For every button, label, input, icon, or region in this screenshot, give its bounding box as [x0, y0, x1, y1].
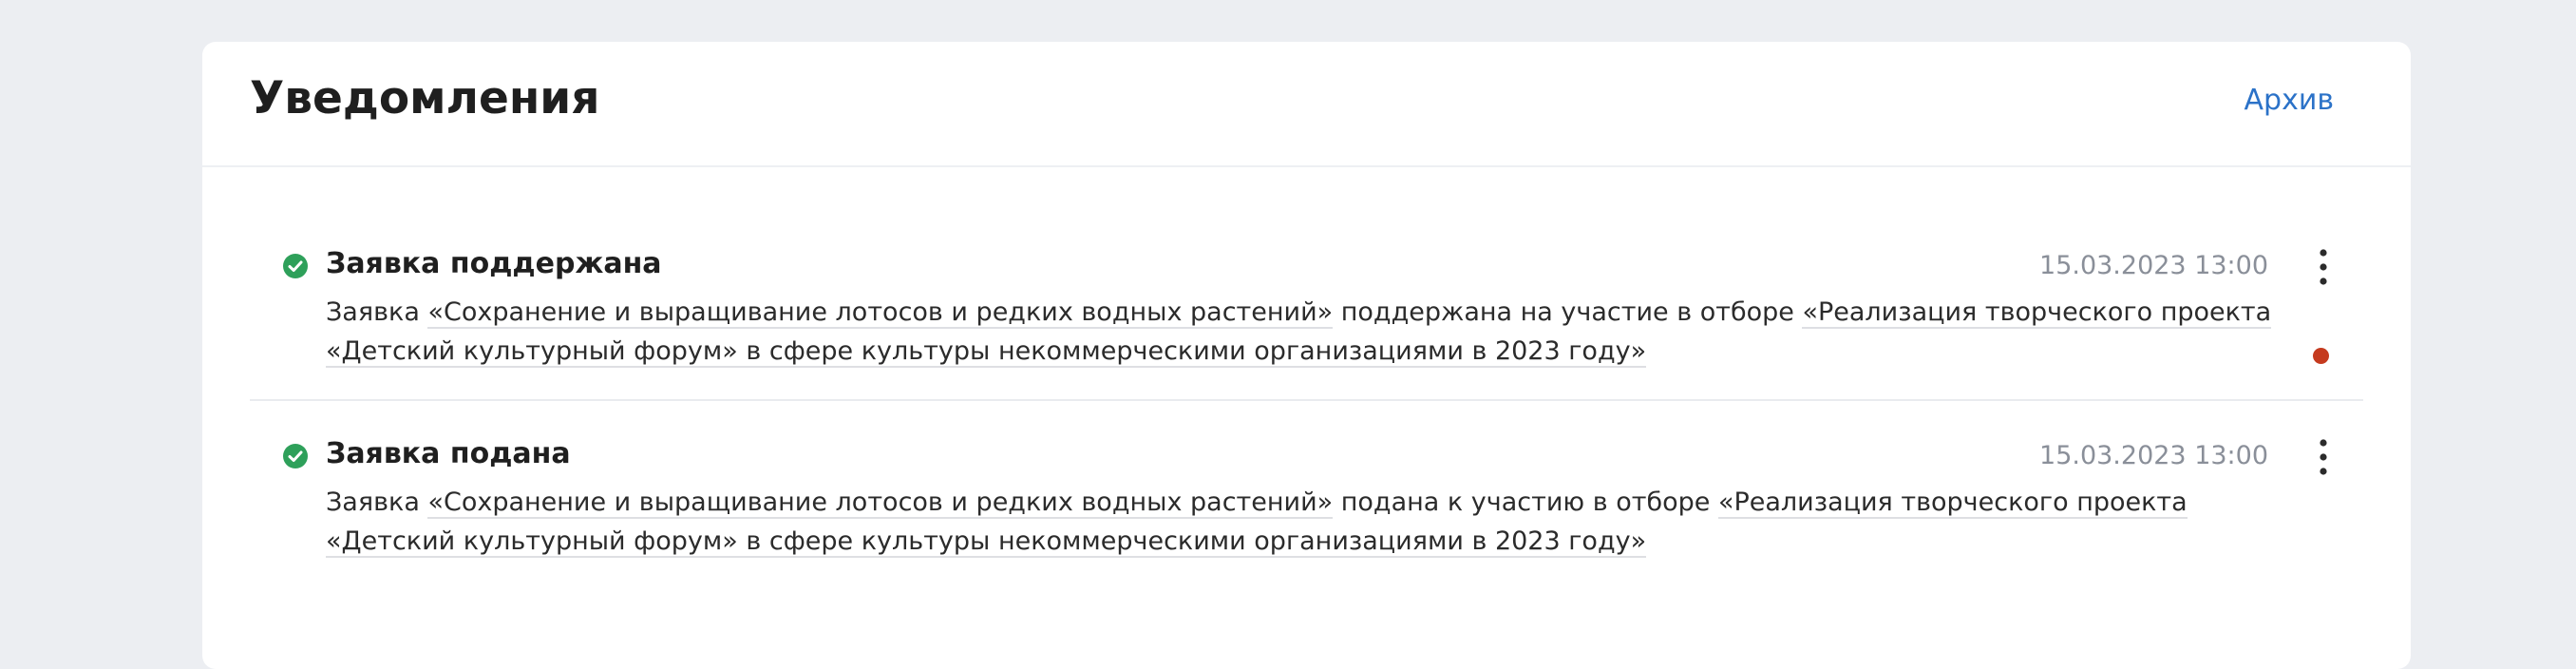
more-vertical-icon[interactable] — [2314, 436, 2333, 478]
check-circle-icon — [283, 444, 308, 468]
unread-indicator — [2313, 348, 2329, 364]
notification-message: Заявка «Сохранение и выращивание лотосов… — [326, 483, 2301, 561]
divider — [250, 399, 2363, 401]
message-text: поддержана на участие в отборе — [1333, 297, 1803, 327]
notification-message: Заявка «Сохранение и выращивание лотосов… — [326, 293, 2273, 371]
application-link[interactable]: «Сохранение и выращивание лотосов и редк… — [427, 297, 1334, 329]
notifications-card: Уведомления Архив Заявка поддержана 15.0… — [202, 42, 2411, 669]
message-text: Заявка — [326, 297, 428, 327]
check-circle-icon — [283, 254, 308, 278]
page-title: Уведомления — [250, 72, 600, 124]
notification-title: Заявка подана — [326, 437, 571, 470]
more-vertical-icon[interactable] — [2314, 246, 2333, 288]
card-header: Уведомления Архив — [202, 42, 2411, 167]
notification-time: 15.03.2023 13:00 — [2039, 441, 2268, 470]
message-text: подана к участию в отборе — [1333, 487, 1718, 517]
notification-title: Заявка поддержана — [326, 247, 662, 280]
notification-time: 15.03.2023 13:00 — [2039, 251, 2268, 280]
archive-link[interactable]: Архив — [2245, 84, 2335, 118]
message-text: Заявка — [326, 487, 428, 517]
application-link[interactable]: «Сохранение и выращивание лотосов и редк… — [427, 487, 1334, 519]
